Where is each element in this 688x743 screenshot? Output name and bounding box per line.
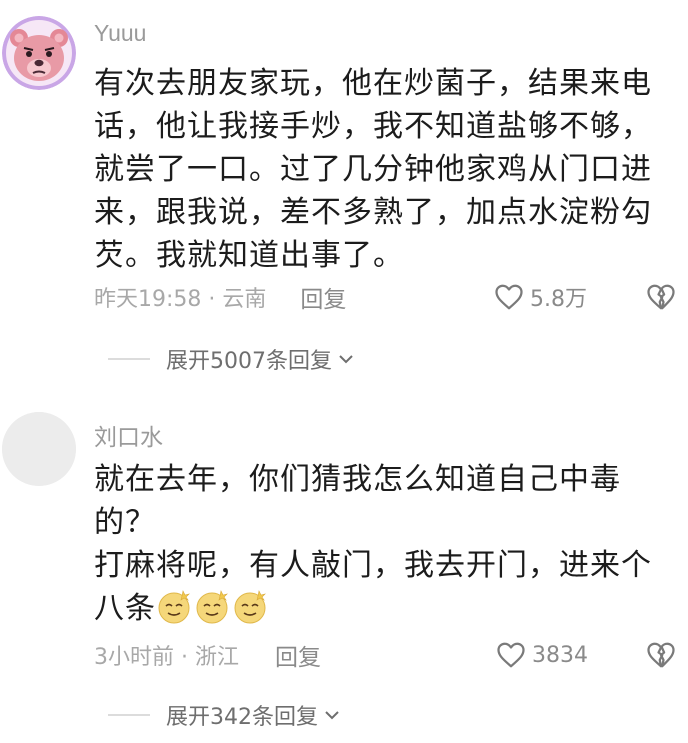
reply-button[interactable]: 回复 — [275, 638, 321, 672]
comment-line: 芡。我就知道出事了。 — [94, 238, 404, 273]
divider-dash — [108, 358, 150, 360]
comment-line: 就在去年，你们猜我怎么知道自己中毒 — [94, 462, 621, 497]
comment-line: 来，跟我说，差不多熟了，加点水淀粉勾 — [94, 195, 652, 230]
comment-line: 有次去朋友家玩，他在炒菌子，结果来电 — [94, 66, 652, 101]
chevron-down-icon — [339, 355, 353, 364]
heart-icon — [495, 284, 523, 310]
comment-text: 有次去朋友家玩，他在炒菌子，结果来电 话，他让我接手炒，我不知道盐够不够， 就尝… — [94, 62, 674, 277]
like-count: 5.8万 — [530, 287, 587, 312]
dislike-button[interactable] — [646, 638, 676, 672]
pink-bear-avatar-icon — [2, 16, 76, 90]
like-button[interactable]: 3834 — [496, 638, 588, 672]
like-count: 3834 — [532, 642, 588, 668]
comment-line: 就尝了一口。过了几分钟他家鸡从门口进 — [94, 152, 652, 187]
reply-button[interactable]: 回复 — [300, 280, 346, 314]
expand-replies-button[interactable]: 展开5007条回复 — [108, 344, 354, 374]
dislike-button[interactable] — [646, 280, 676, 314]
time-location: 3小时前 · 浙江 — [94, 645, 239, 670]
dizzy-face-emoji-icon — [194, 588, 230, 624]
comment-line: 八条 — [94, 591, 156, 626]
comment-meta: 昨天19:58 · 云南 回复 — [94, 280, 346, 314]
time-location: 昨天19:58 · 云南 — [94, 287, 267, 312]
expand-replies-button[interactable]: 展开342条回复 — [108, 700, 340, 730]
dizzy-face-emoji-icon — [232, 588, 268, 624]
heart-icon — [497, 642, 525, 668]
comment-text: 就在去年，你们猜我怎么知道自己中毒 的？ 打麻将呢，有人敲门，我去开门，进来个 … — [94, 458, 674, 630]
broken-heart-icon — [647, 642, 675, 668]
blank-avatar-icon — [2, 412, 76, 486]
like-button[interactable]: 5.8万 — [494, 280, 587, 314]
expand-replies-label: 展开342条回复 — [166, 705, 318, 730]
broken-heart-icon — [647, 284, 675, 310]
avatar[interactable] — [2, 16, 76, 90]
divider-dash — [108, 714, 150, 716]
comment-line: 的？ — [94, 505, 156, 540]
avatar[interactable] — [2, 412, 76, 486]
comment-line-last: 八条 — [94, 587, 674, 630]
username[interactable]: 刘口水 — [94, 418, 163, 452]
chevron-down-icon — [325, 711, 339, 720]
comment-meta: 3小时前 · 浙江 回复 — [94, 638, 321, 672]
expand-replies-label: 展开5007条回复 — [166, 349, 332, 374]
username[interactable]: Yuuu — [94, 20, 146, 47]
dizzy-face-emoji-icon — [156, 588, 192, 624]
comment-line: 话，他让我接手炒，我不知道盐够不够， — [94, 109, 652, 144]
comment-line: 打麻将呢，有人敲门，我去开门，进来个 — [94, 548, 652, 583]
